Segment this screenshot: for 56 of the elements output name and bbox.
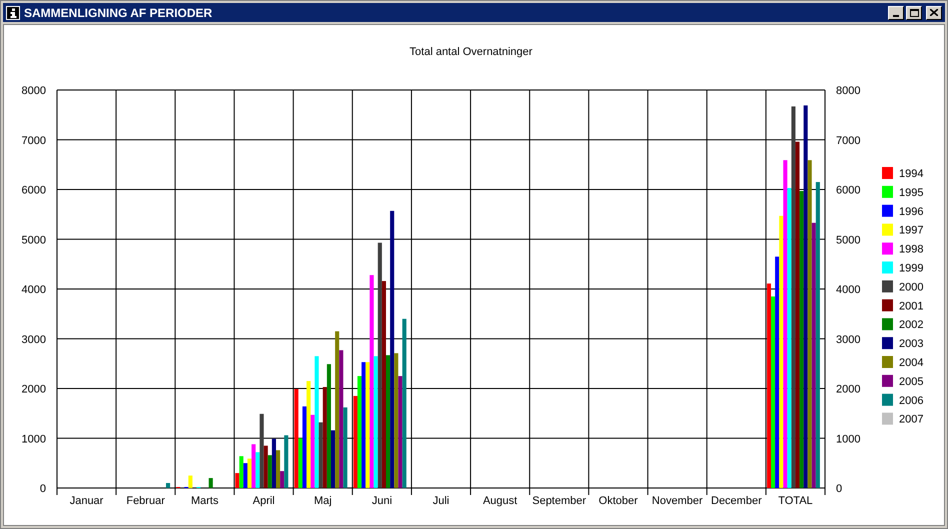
chart-title: Total antal Overnatninger [410,46,532,58]
x-axis-label: Marts [190,495,218,507]
bar [166,483,170,488]
minimize-icon [893,14,899,16]
legend-label: 1994 [899,168,924,180]
info-icon [6,6,20,20]
close-button[interactable] [926,6,942,20]
y-axis-label: 5000 [22,234,46,246]
y-axis-label: 8000 [22,85,46,97]
close-icon [930,9,938,16]
y-axis-label: 6000 [836,184,860,196]
legend-label: 1996 [899,206,924,218]
y-axis-label: 0 [836,483,842,495]
x-axis-label: August [482,495,518,507]
y-axis-label: 4000 [836,284,860,296]
window-title: SAMMENLIGNING AF PERIODER [24,4,214,22]
x-axis-label: Januar [70,495,104,507]
x-axis-label: Februar [126,495,165,507]
y-axis-label: 8000 [836,85,860,97]
y-axis-label: 0 [40,483,46,495]
x-axis-label: Juni [372,495,392,507]
maximize-icon [910,8,918,16]
legend-label: 1997 [899,224,924,237]
y-axis-label: 3000 [22,334,46,346]
legend-label: 2000 [899,281,924,294]
legend-label: 2002 [899,319,924,332]
bar [208,478,213,488]
x-axis-label: Juli [432,495,450,507]
legend-label: 2004 [899,357,924,369]
y-axis-label: 6000 [22,184,46,196]
x-axis-label: September [532,495,586,507]
x-axis-label: Maj [314,495,332,507]
x-axis-label: December [711,495,762,507]
y-axis-label: 4000 [22,284,46,296]
y-axis-label: 2000 [836,384,860,396]
y-axis-label: 3000 [836,334,860,346]
legend-label: 2001 [899,300,924,312]
x-axis-label: April [252,495,275,507]
x-axis-label: Oktober [598,495,638,507]
legend-label: 1999 [899,262,924,274]
minimize-button[interactable] [888,6,904,20]
legend-label: 2006 [899,394,924,407]
x-axis-label: November [652,495,703,507]
y-axis-label: 2000 [22,384,46,396]
legend-label: 2005 [899,376,924,388]
y-axis-label: 7000 [22,134,46,147]
maximize-button[interactable] [906,6,922,20]
y-axis-label: 7000 [836,134,860,147]
y-axis-label: 1000 [22,433,46,446]
x-axis-label: TOTAL [778,495,813,507]
legend-label: 1995 [899,186,924,199]
legend-label: 2003 [899,338,924,350]
y-axis-label: 1000 [836,433,860,446]
y-axis-label: 5000 [836,234,860,246]
legend-label: 2007 [899,414,924,426]
legend-label: 1998 [899,244,924,256]
